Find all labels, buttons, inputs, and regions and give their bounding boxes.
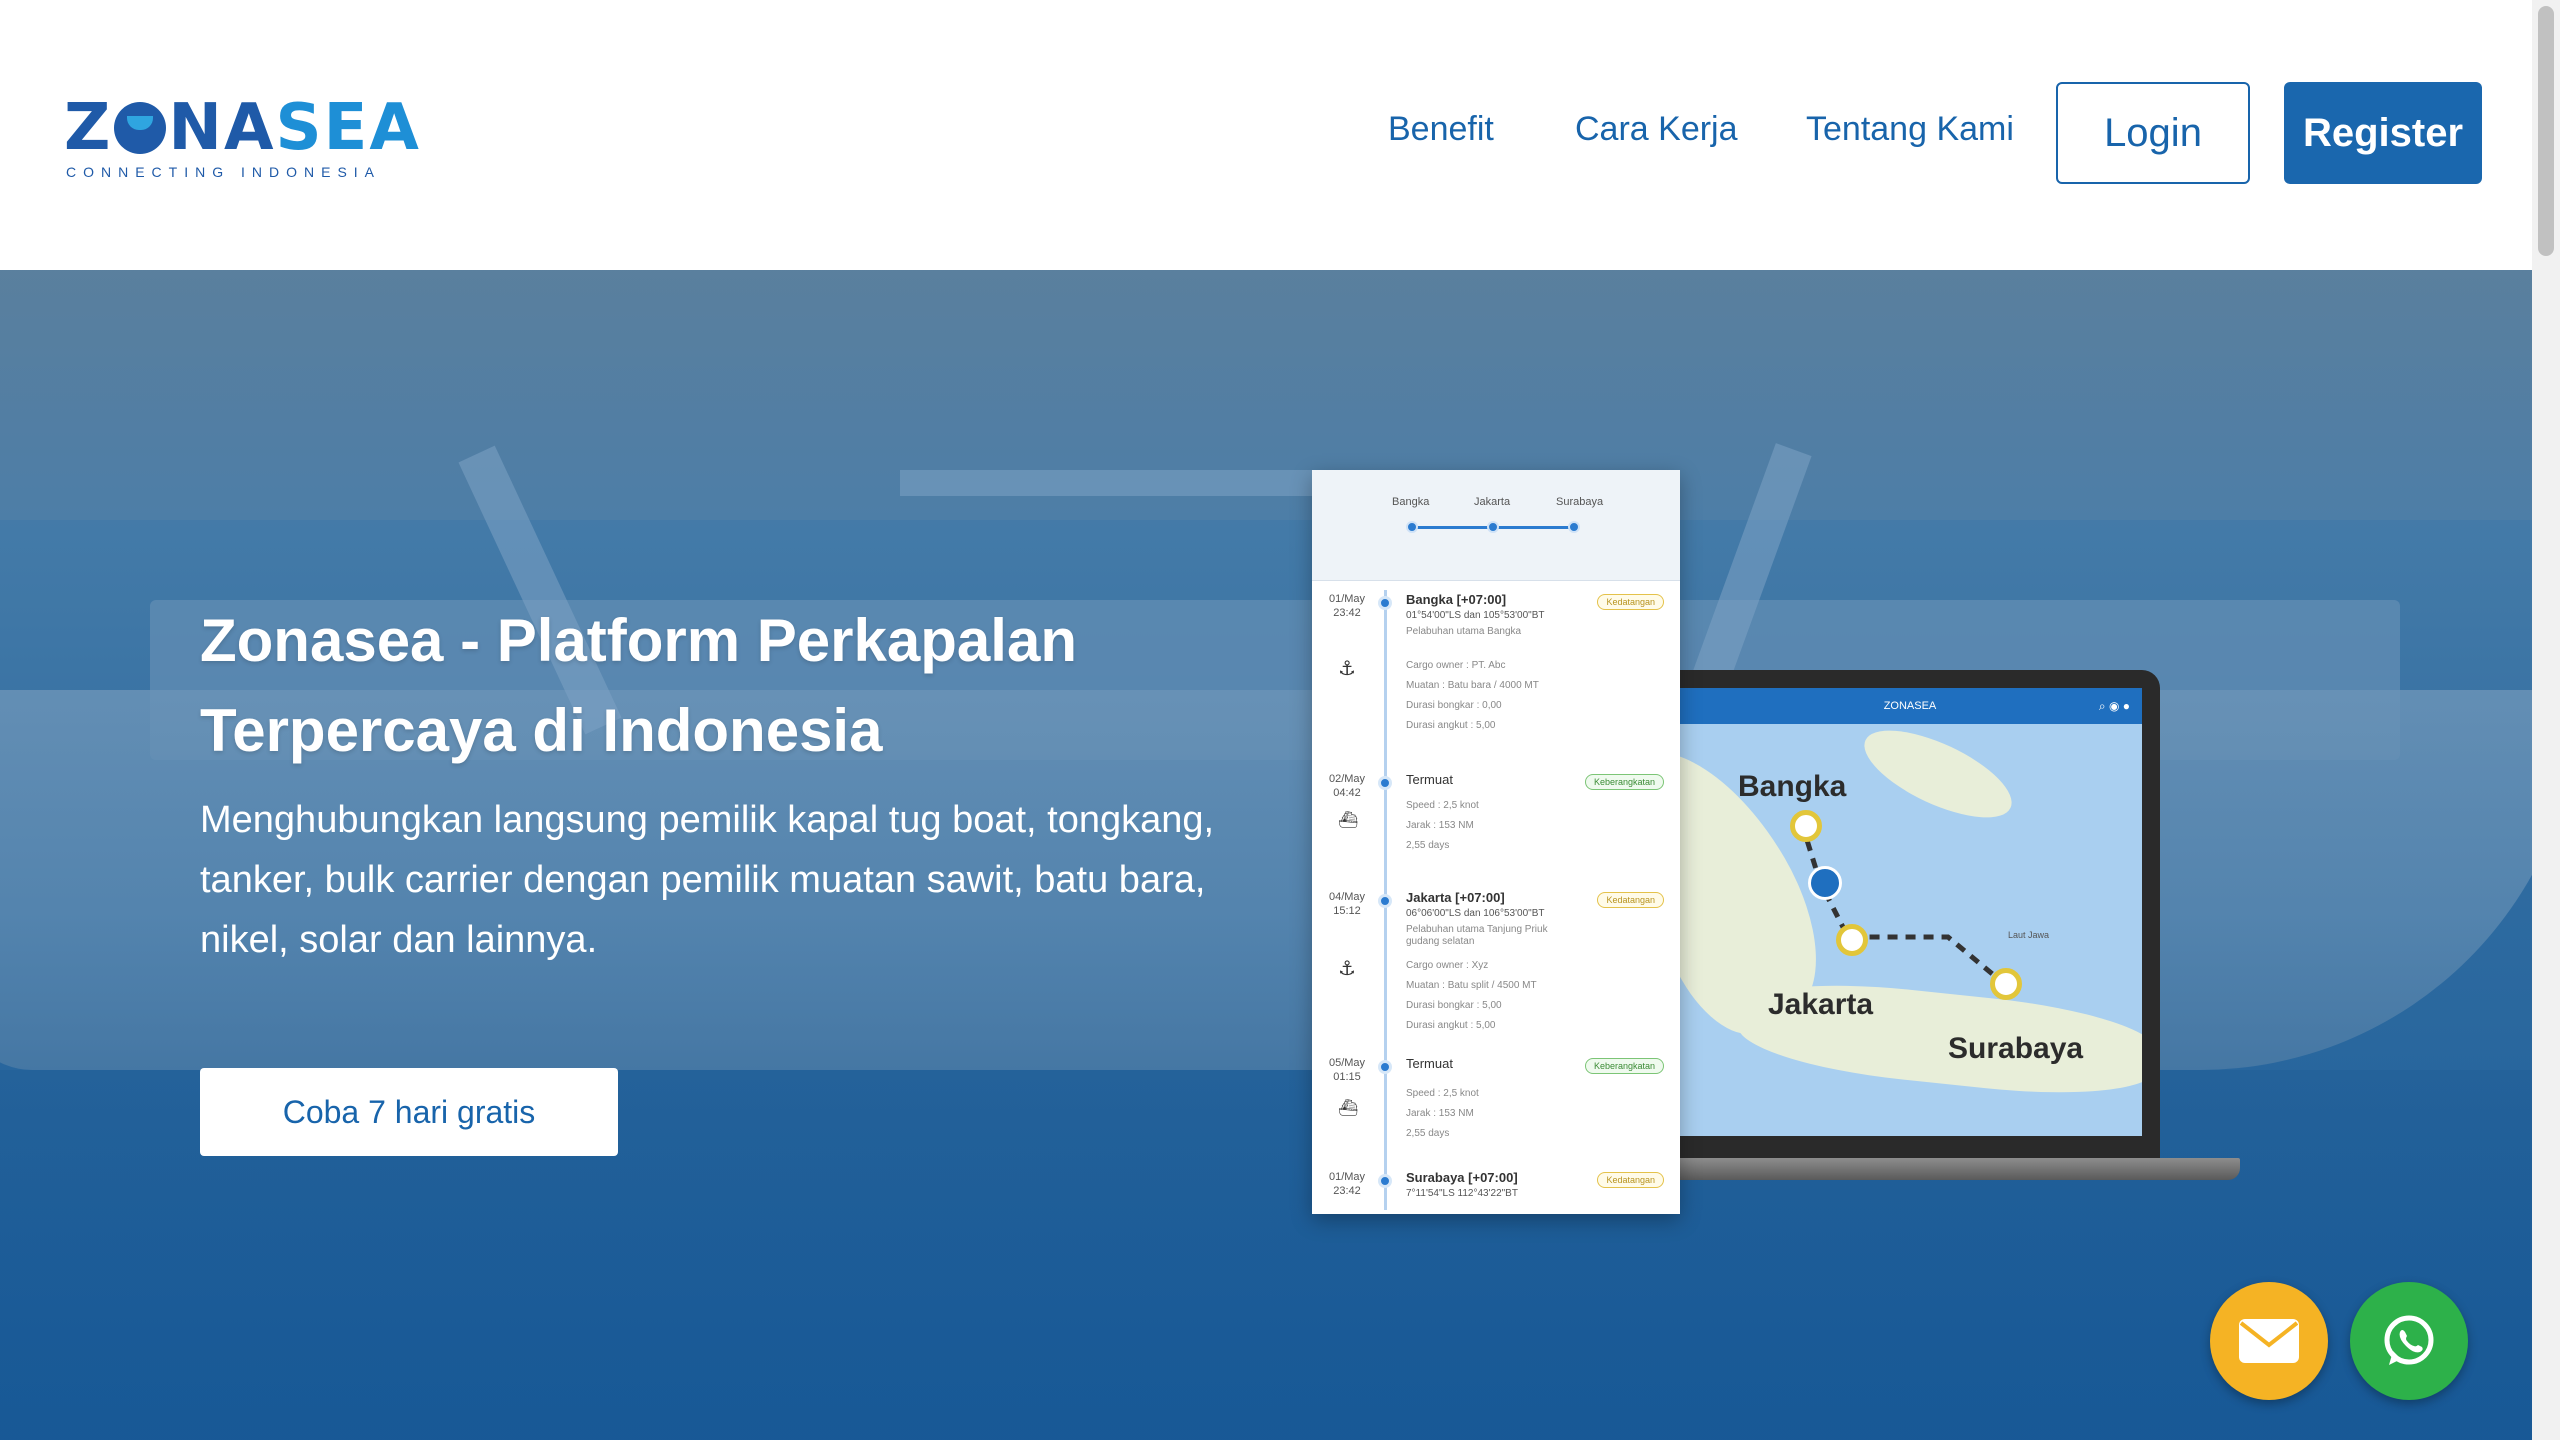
site-header: Z NA SEA CONNECTING INDONESIA Benefit Cara… [0, 0, 2532, 270]
ship-icon: ⛴ [1338, 812, 1359, 829]
logo-sea: SEA [275, 91, 421, 165]
register-button[interactable]: Register [2284, 82, 2482, 184]
login-button[interactable]: Login [2056, 82, 2250, 184]
nav-tentang-kami[interactable]: Tentang Kami [1806, 110, 2014, 149]
map-pin-surabaya [1990, 968, 2022, 1000]
logo-wordmark: Z NA SEA [64, 91, 421, 165]
route-summary: Bangka Jakarta Surabaya [1312, 470, 1680, 581]
anchor-icon: ⚓ [1338, 958, 1356, 980]
nav-cara-kerja[interactable]: Cara Kerja [1575, 110, 1738, 149]
route-map: Bangka Jakarta Surabaya Laut Jawa [1678, 713, 2142, 1136]
laptop-base [1620, 1158, 2240, 1180]
page-scrollbar[interactable] [2532, 0, 2560, 1440]
cargo-details: Cargo owner : Xyz Muatan : Batu split / … [1406, 960, 1537, 1031]
status-badge: Kedatangan [1597, 1172, 1664, 1188]
laptop-screen: ZONASEA ⌕ ◉ ● Bangka Jakarta Surabaya La… [1678, 688, 2142, 1136]
hero-title: Zonasea - Platform Perkapalan Terpercaya… [200, 607, 1077, 764]
hero-section: Zonasea - Platform Perkapalan Terpercaya… [0, 270, 2532, 1440]
route-dot [1406, 521, 1418, 533]
status-badge: Kedatangan [1597, 594, 1664, 610]
cargo-details: Cargo owner : PT. Abc Muatan : Batu bara… [1406, 660, 1539, 731]
app-bar-icons: ⌕ ◉ ● [2098, 698, 2130, 713]
route-dot [1487, 521, 1499, 533]
nav-benefit[interactable]: Benefit [1388, 110, 1494, 149]
status-badge: Kedatangan [1597, 892, 1664, 908]
scrollbar-thumb[interactable] [2538, 6, 2554, 256]
whatsapp-button[interactable] [2350, 1282, 2468, 1400]
anchor-icon: ⚓ [1338, 658, 1356, 680]
hero-subtitle: Menghubungkan langsung pemilik kapal tug… [200, 799, 1215, 961]
route-path [1799, 823, 2004, 984]
whatsapp-icon [2384, 1315, 2434, 1365]
phone-mockup: Bangka Jakarta Surabaya 01/May 23:42 Bang… [1312, 470, 1680, 1214]
map-pin-jakarta [1836, 924, 1868, 956]
mail-icon [2239, 1319, 2299, 1363]
status-badge: Keberangkatan [1584, 1058, 1664, 1074]
free-trial-button[interactable]: Coba 7 hari gratis [200, 1068, 618, 1156]
ship-icon: ⛴ [1338, 1100, 1359, 1117]
email-button[interactable] [2210, 1282, 2328, 1400]
voyage-details: Speed : 2,5 knot Jarak : 153 NM 2,55 day… [1406, 1088, 1479, 1139]
status-badge: Keberangkatan [1584, 774, 1664, 790]
ship-pin-icon [114, 102, 167, 154]
laptop-app-bar: ZONASEA ⌕ ◉ ● [1678, 688, 2142, 724]
route-dot [1568, 521, 1580, 533]
map-pin-bangka [1790, 810, 1822, 842]
ship-position-icon [1808, 866, 1842, 900]
laptop-mockup: ZONASEA ⌕ ◉ ● Bangka Jakarta Surabaya La… [1660, 670, 2160, 1168]
voyage-details: Speed : 2,5 knot Jarak : 153 NM 2,55 day… [1406, 800, 1479, 851]
logo-tagline: CONNECTING INDONESIA [66, 164, 382, 180]
zonasea-logo[interactable]: Z NA SEA CONNECTING INDONESIA [64, 96, 421, 180]
